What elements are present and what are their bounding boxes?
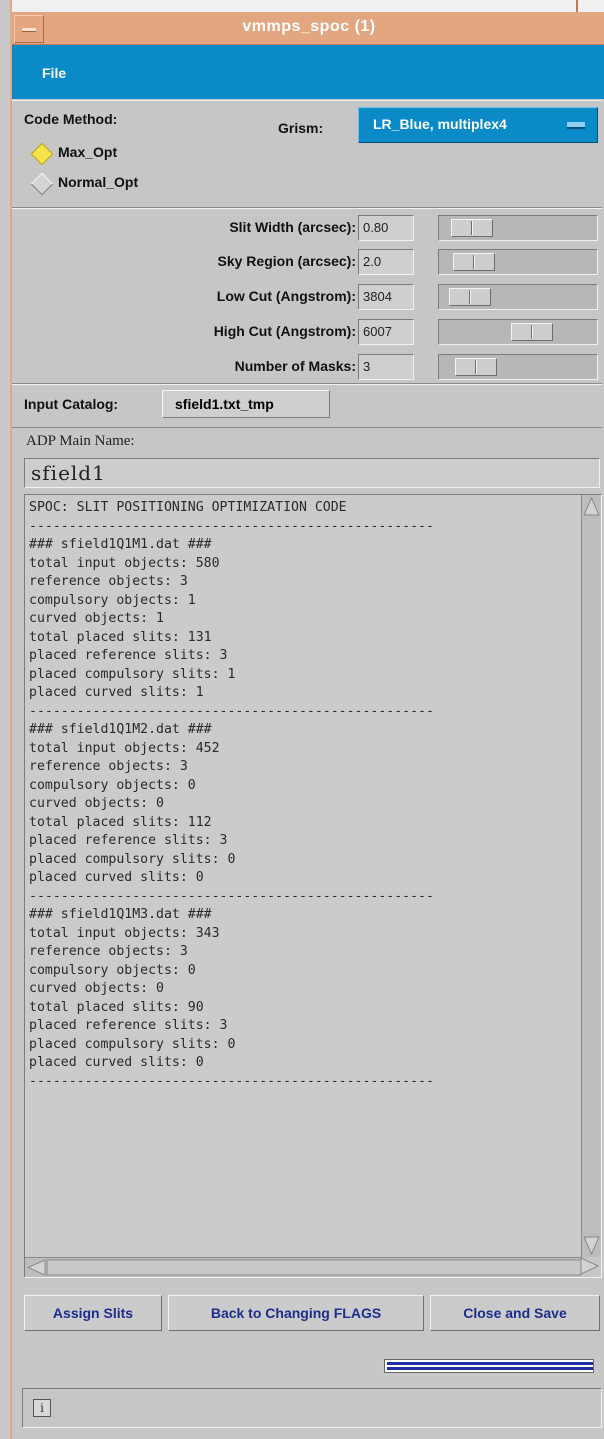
slider-thumb[interactable] [455, 358, 497, 376]
code-method-label: Code Method: [24, 111, 118, 127]
sky-region-field[interactable]: 2.0 [358, 249, 414, 275]
scroll-left-arrow-icon[interactable] [26, 1259, 46, 1276]
grism-label: Grism: [278, 120, 324, 136]
slider-thumb[interactable] [449, 288, 491, 306]
low-cut-slider[interactable] [438, 284, 598, 310]
number-of-masks-label: Number of Masks: [234, 358, 356, 374]
scroll-down-arrow-icon[interactable] [583, 1236, 600, 1256]
window-title: vmmps_spoc (1) [242, 18, 376, 35]
file-menu[interactable]: File [42, 65, 66, 81]
progress-bar [384, 1359, 594, 1373]
horizontal-scrollbar[interactable] [25, 1258, 582, 1277]
output-textarea[interactable]: SPOC: SLIT POSITIONING OPTIMIZATION CODE… [25, 495, 582, 1258]
info-icon[interactable]: i [33, 1399, 51, 1417]
radio-normal-opt-label[interactable]: Normal_Opt [58, 174, 138, 190]
slider-thumb[interactable] [453, 253, 495, 271]
action-button-row: Assign Slits Back to Changing FLAGS Clos… [12, 1285, 604, 1341]
high-cut-slider[interactable] [438, 319, 598, 345]
radio-max-opt-label[interactable]: Max_Opt [58, 144, 117, 160]
scroll-right-arrow-icon[interactable] [580, 1257, 600, 1275]
sky-region-label: Sky Region (arcsec): [217, 253, 357, 269]
radio-max-opt[interactable] [30, 142, 54, 166]
scroll-up-arrow-icon[interactable] [583, 496, 600, 516]
option-menu-indicator-icon [567, 122, 585, 129]
radio-normal-opt[interactable] [30, 172, 54, 196]
input-catalog-label: Input Catalog: [24, 396, 119, 412]
code-method-section: Code Method: Max_Opt Normal_Opt Grism: L… [12, 100, 602, 208]
title-bar[interactable]: vmmps_spoc (1) [12, 12, 604, 45]
number-of-masks-field[interactable]: 3 [358, 354, 414, 380]
slider-thumb[interactable] [511, 323, 553, 341]
application-window: vmmps_spoc (1) File Code Method: Max_Opt… [10, 0, 604, 1439]
parameters-section: Slit Width (arcsec): 0.80 Sky Region (ar… [12, 208, 602, 384]
progress-line-bottom [387, 1367, 593, 1370]
output-text: SPOC: SLIT POSITIONING OPTIMIZATION CODE… [29, 500, 434, 1089]
horizontal-scroll-thumb[interactable] [46, 1259, 582, 1276]
output-text-panel: SPOC: SLIT POSITIONING OPTIMIZATION CODE… [24, 494, 602, 1278]
progress-indicator [378, 1357, 602, 1377]
grism-option-menu[interactable]: LR_Blue, multiplex4 [358, 107, 598, 143]
menu-bar: File [12, 45, 604, 99]
sky-region-slider[interactable] [438, 249, 598, 275]
window-top-edge [12, 0, 604, 12]
low-cut-label: Low Cut (Angstrom): [216, 288, 356, 304]
slit-width-slider[interactable] [438, 215, 598, 241]
status-bar: i [22, 1388, 602, 1428]
back-to-changing-flags-button[interactable]: Back to Changing FLAGS [168, 1295, 424, 1331]
assign-slits-button[interactable]: Assign Slits [24, 1295, 162, 1331]
adp-main-name-field[interactable]: sfield1 [24, 458, 600, 488]
close-and-save-button[interactable]: Close and Save [430, 1295, 600, 1331]
input-catalog-button[interactable]: sfield1.txt_tmp [162, 390, 330, 418]
grism-value: LR_Blue, multiplex4 [373, 116, 507, 132]
vertical-scrollbar[interactable] [582, 495, 601, 1257]
high-cut-label: High Cut (Angstrom): [213, 323, 356, 339]
high-cut-field[interactable]: 6007 [358, 319, 414, 345]
slit-width-label: Slit Width (arcsec): [229, 219, 356, 235]
number-of-masks-slider[interactable] [438, 354, 598, 380]
adp-main-name-label: ADP Main Name: [26, 433, 135, 449]
slider-thumb[interactable] [451, 219, 493, 237]
low-cut-field[interactable]: 3804 [358, 284, 414, 310]
progress-line-top [387, 1362, 593, 1365]
slit-width-field[interactable]: 0.80 [358, 215, 414, 241]
input-catalog-section: Input Catalog: sfield1.txt_tmp [12, 384, 602, 428]
